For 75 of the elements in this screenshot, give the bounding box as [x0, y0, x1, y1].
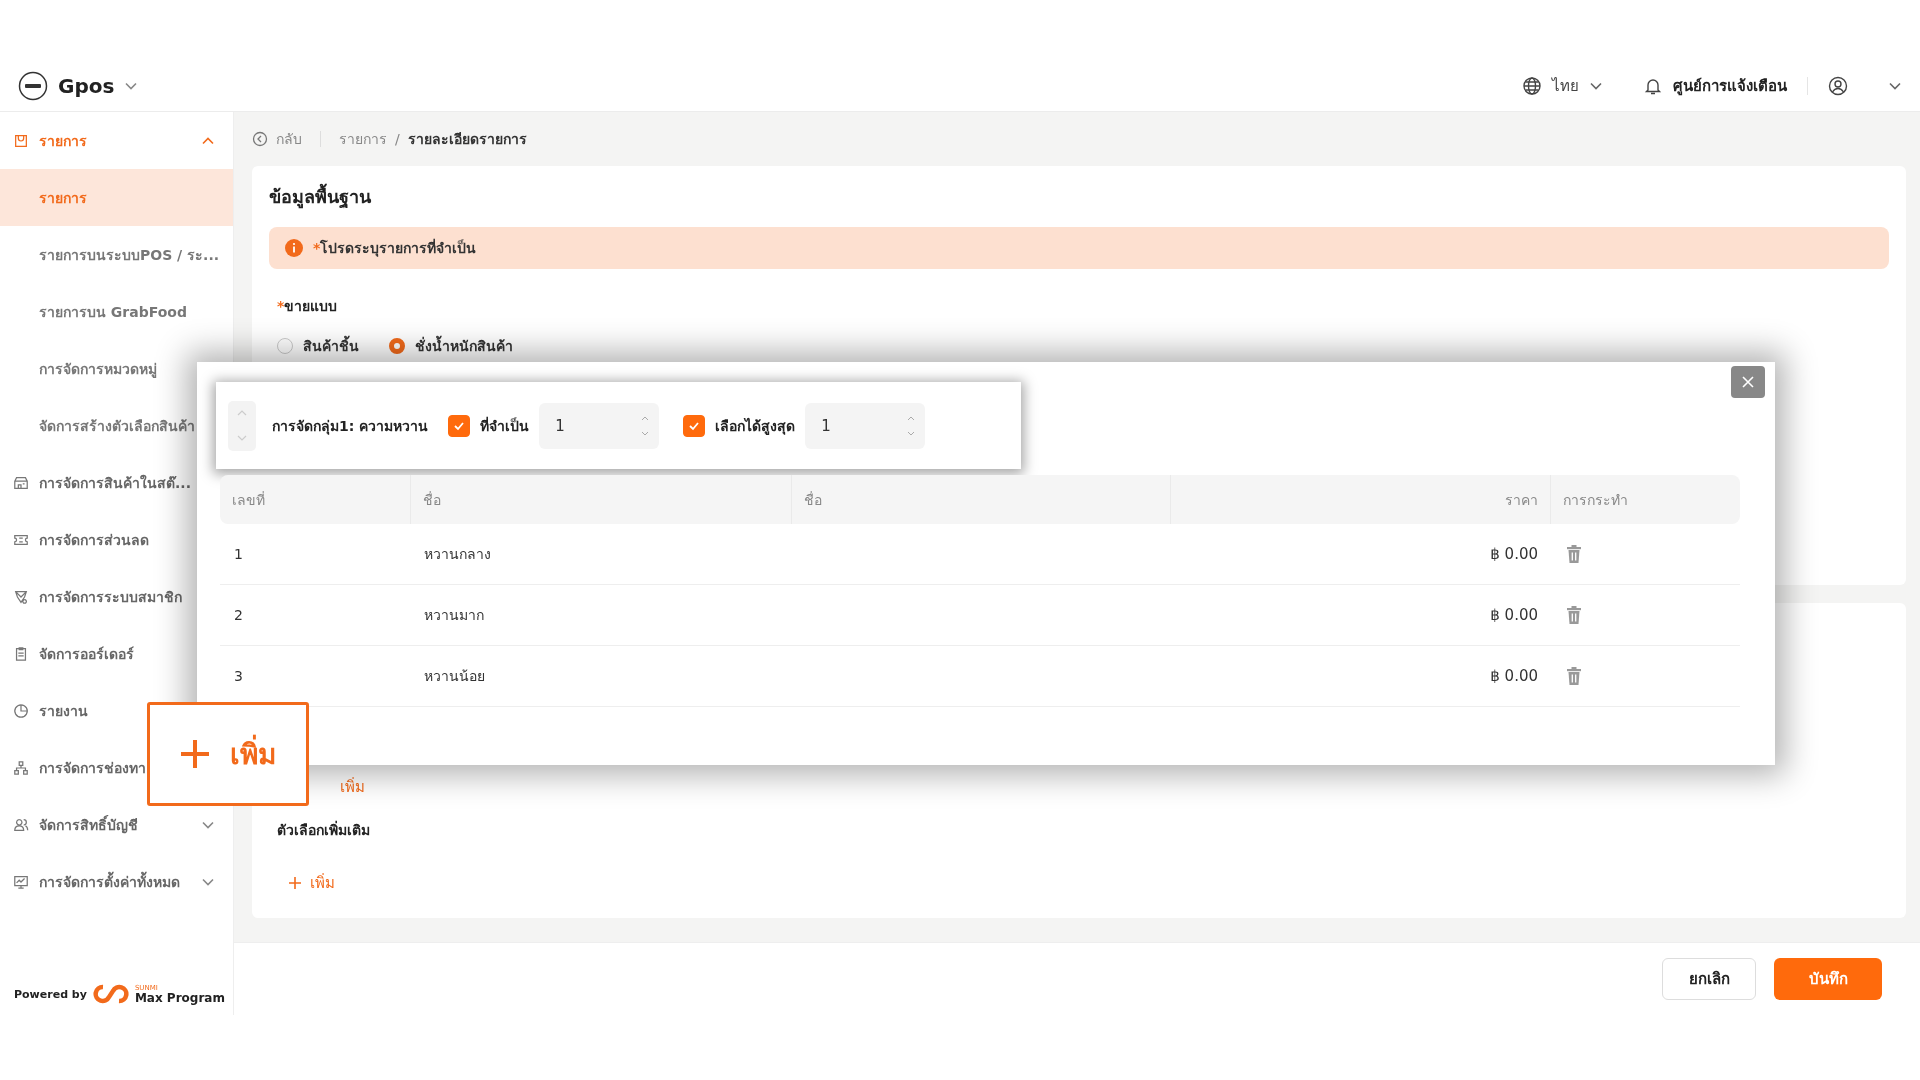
cancel-button[interactable]: ยกเลิก	[1662, 958, 1756, 1000]
close-button[interactable]	[1731, 366, 1765, 398]
table-cell-text: หวานมาก	[423, 606, 485, 625]
table-cell-text: ฿ 0.00	[1489, 666, 1539, 687]
info-icon	[285, 239, 303, 257]
checkbox-label: ที่จำเป็น	[480, 415, 530, 436]
sidebar-subitem[interactable]: รายการบนระบบPOS / ระ...	[0, 226, 233, 283]
trash-icon[interactable]	[1566, 606, 1582, 624]
trash-icon[interactable]	[1566, 545, 1582, 563]
clock-icon	[13, 702, 29, 719]
column-header: ชื่อ	[791, 475, 1170, 524]
logo-name: Max Program	[134, 991, 225, 1004]
table-cell-text: ฿ 0.00	[1489, 544, 1539, 565]
table-cell-text: หวานน้อย	[423, 667, 486, 686]
number-input[interactable]: 1	[539, 402, 660, 449]
notification-center-link[interactable]: ศูนย์การแจ้งเตือน	[1673, 73, 1787, 98]
checkbox[interactable]	[448, 414, 471, 437]
section-title: ตัวเลือกเพิ่มเติม	[277, 819, 371, 840]
sitemap-icon	[13, 759, 29, 776]
breadcrumb-item[interactable]: รายละเอียดรายการ	[407, 128, 527, 150]
powered-by-text: Powered by	[14, 987, 87, 1001]
plus-icon	[180, 739, 210, 769]
infinity-logo-icon	[92, 983, 129, 1005]
sidebar-item[interactable]: รายการ	[0, 112, 233, 169]
badge-icon	[13, 588, 29, 605]
chevron-up-icon[interactable]	[237, 409, 247, 417]
clipboard-icon	[13, 645, 29, 662]
column-header: เลขที่	[231, 490, 266, 510]
store-icon	[13, 474, 29, 491]
table-cell-text: ฿ 0.00	[1489, 605, 1539, 626]
column-header: ชื่อ	[410, 475, 791, 524]
sidebar-item[interactable]: การจัดการสินค้าในสต๊...	[0, 454, 233, 511]
column-header: ราคา	[1170, 475, 1550, 524]
sidebar-item[interactable]: การจัดการส่วนลด	[0, 511, 233, 568]
section-title: ข้อมูลพื้นฐาน	[269, 182, 1889, 211]
sidebar-item[interactable]: รายงาน	[0, 682, 233, 739]
users-icon	[13, 816, 29, 833]
breadcrumb-item[interactable]: รายการ	[339, 128, 387, 150]
globe-icon[interactable]	[1522, 75, 1542, 96]
bag-icon	[13, 132, 29, 149]
close-icon[interactable]	[1742, 376, 1754, 388]
radio-option[interactable]: ชั่งน้ำหนักสินค้า	[389, 335, 513, 357]
checkbox[interactable]	[683, 414, 706, 437]
alert-text: *โปรดระบุรายการที่จำเป็น	[313, 237, 477, 259]
add-link[interactable]: เพิ่ม	[340, 775, 365, 799]
table-cell-text: 3	[233, 667, 244, 686]
back-icon[interactable]	[252, 131, 268, 147]
table-cell-text: หวานกลาง	[423, 545, 492, 564]
callout-label: เพิ่ม	[230, 732, 276, 776]
table-cell-text: 2	[233, 606, 244, 625]
back-link[interactable]: กลับ	[276, 128, 302, 150]
spin-arrows-icon[interactable]	[641, 414, 650, 437]
sidebar-subitem[interactable]: รายการบน GrabFood	[0, 283, 233, 340]
sidebar-item[interactable]: จัดการสิทธิ์บัญชี	[0, 796, 233, 853]
field-label: *ขายแบบ	[277, 297, 339, 316]
trash-icon[interactable]	[1566, 667, 1582, 685]
monitor-chart-icon	[13, 873, 29, 890]
radio-icon[interactable]	[389, 338, 405, 354]
sidebar-item[interactable]: การจัดการระบบสมาชิก	[0, 568, 233, 625]
breadcrumb-separator: /	[395, 131, 400, 147]
user-avatar-icon[interactable]	[1828, 75, 1848, 96]
add-link[interactable]: เพิ่ม	[310, 871, 335, 895]
spin-arrows-icon[interactable]	[907, 414, 916, 437]
column-header: การกระทำ	[1550, 475, 1740, 524]
brand-name[interactable]: Gpos	[58, 73, 115, 98]
sidebar-item[interactable]: จัดการออร์เดอร์	[0, 625, 233, 682]
group-title: การจัดกลุ่ม1: ความหวาน	[272, 416, 429, 437]
sidebar-item[interactable]: การจัดการตั้งค่าทั้งหมด	[0, 853, 233, 910]
radio-option[interactable]: สินค้าชิ้น	[277, 335, 359, 357]
language-selector[interactable]: ไทย	[1552, 73, 1579, 98]
plus-icon[interactable]	[288, 876, 302, 890]
table-cell-text: 1	[233, 545, 244, 564]
logo-icon	[18, 70, 48, 101]
checkbox-label: เลือกได้สูงสุด	[715, 416, 796, 437]
number-input[interactable]: 1	[805, 402, 926, 449]
